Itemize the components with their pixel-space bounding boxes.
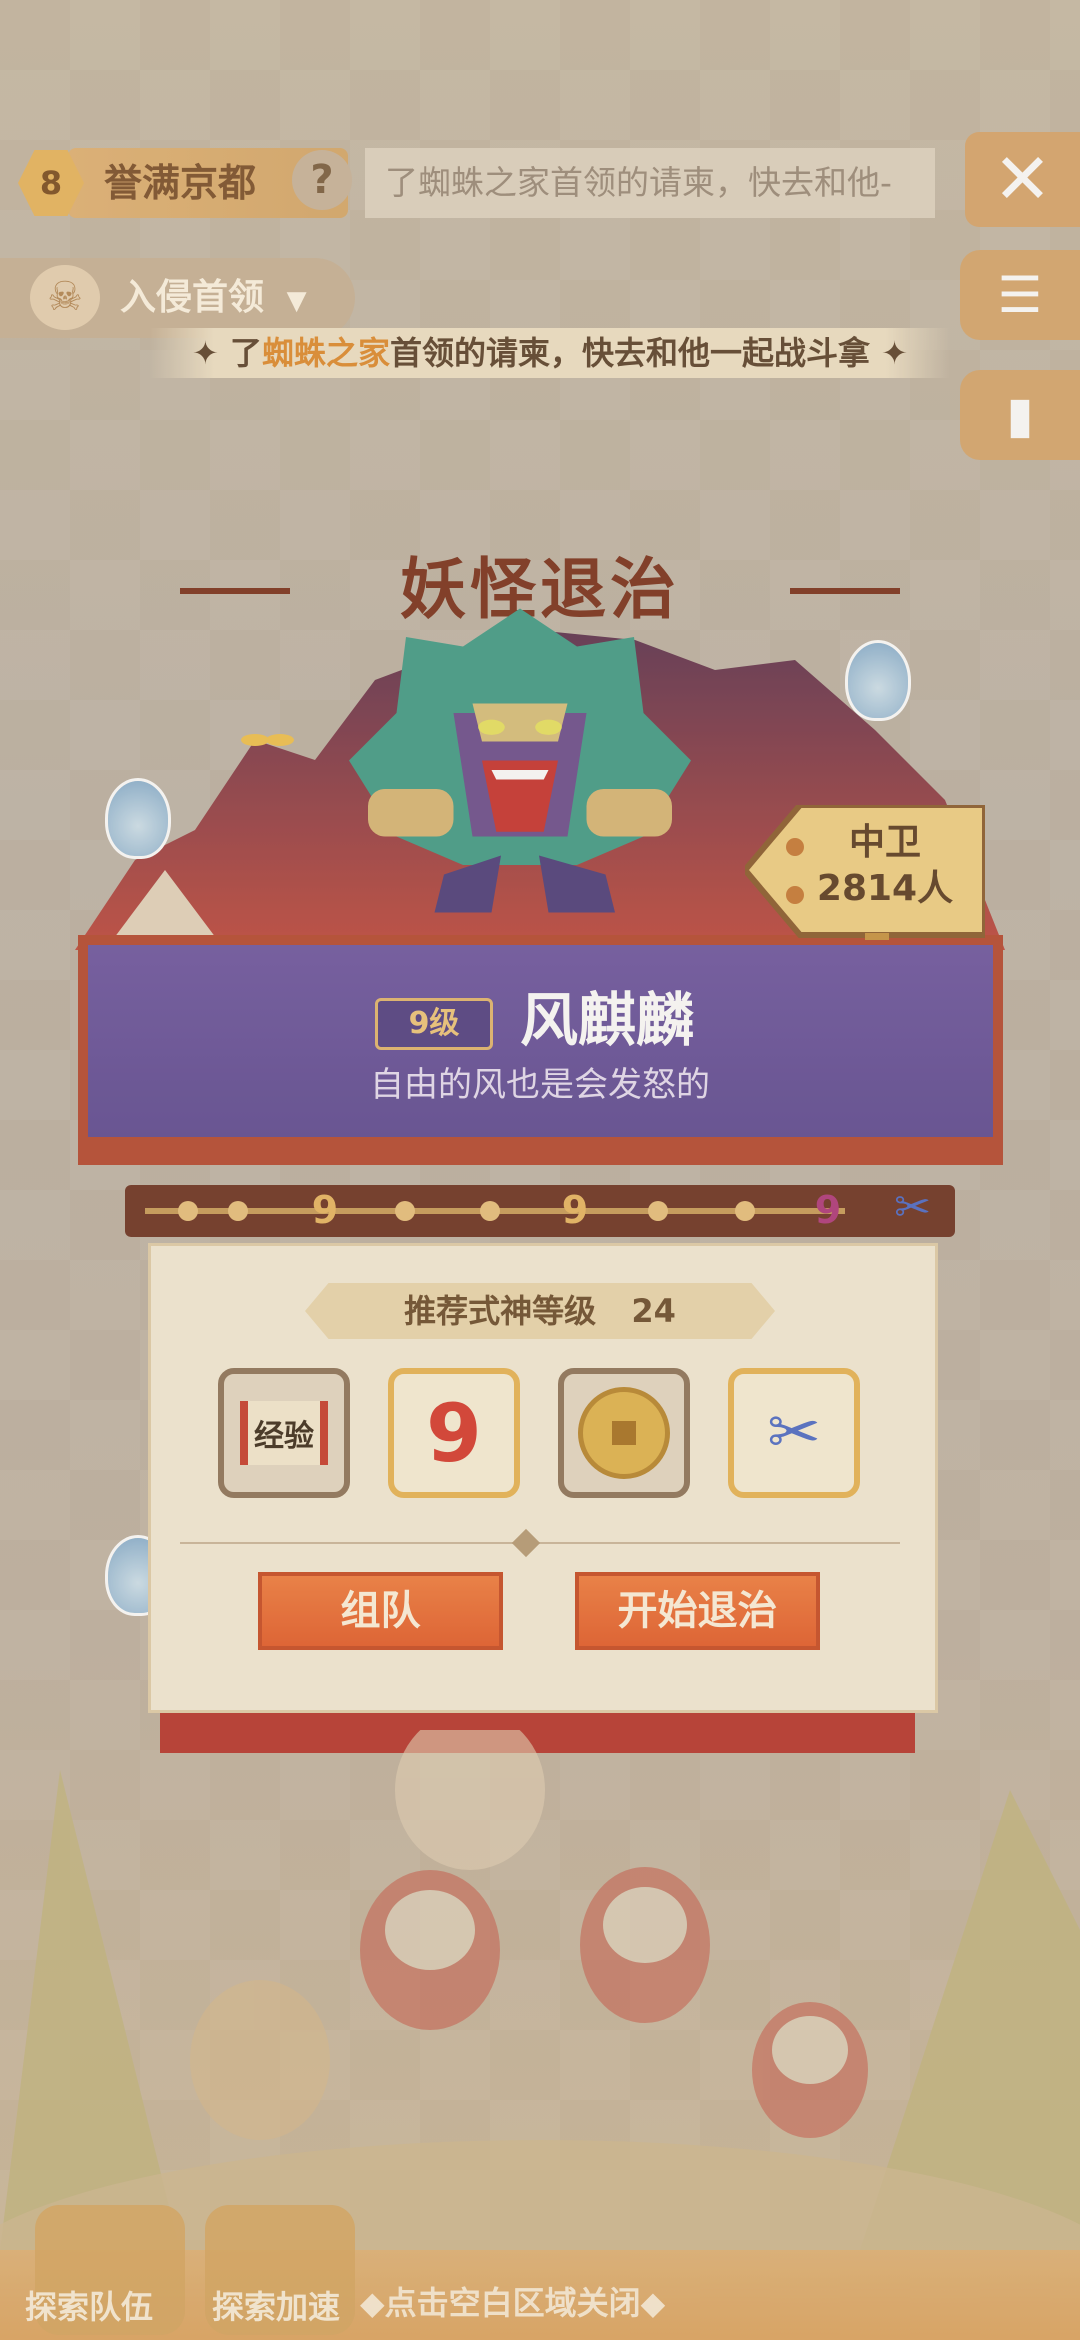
- announcement-ticker: ✦ 了蜘蛛之家首领的请柬，快去和他一起战斗拿 ✦: [150, 328, 950, 378]
- red-nine-token-icon: 9: [426, 1386, 482, 1480]
- reward-gold-coin[interactable]: [558, 1368, 690, 1498]
- reward-scissor-token[interactable]: ✂: [728, 1368, 860, 1498]
- start-exorcism-button[interactable]: 开始退治: [575, 1572, 820, 1650]
- progress-dot: [228, 1201, 248, 1221]
- reward-name: 经验: [254, 1419, 314, 1454]
- reward-exp[interactable]: 经验: [218, 1368, 350, 1498]
- explore-speed-label[interactable]: 探索加速: [212, 2282, 340, 2328]
- close-hint: ◆点击空白区域关闭◆: [360, 2284, 666, 2322]
- progress-milestone: 9: [311, 1188, 339, 1232]
- gold-coin-icon: [578, 1387, 670, 1479]
- progress-dot: [735, 1201, 755, 1221]
- card-icon[interactable]: ▮: [960, 370, 1080, 460]
- progress-dot: [480, 1201, 500, 1221]
- progress-milestone: 9: [814, 1188, 842, 1232]
- scroll-list-icon[interactable]: ☰: [960, 250, 1080, 340]
- location-name: 中卫: [848, 822, 921, 863]
- recommended-level-bar: 推荐式神等级 24: [305, 1283, 775, 1339]
- chevron-down-icon: ▼: [286, 286, 307, 316]
- progress-dot: [395, 1201, 415, 1221]
- ticker-post: 首领的请柬，快去和他一起战斗拿: [390, 334, 871, 372]
- progress-milestone: 9: [561, 1188, 589, 1232]
- exp-scroll-icon: 经验: [240, 1401, 328, 1465]
- close-button[interactable]: ✕: [965, 132, 1080, 227]
- recommended-level-label: 推荐式神等级: [404, 1292, 597, 1330]
- boss-mask-icon: ☠: [30, 265, 100, 330]
- boss-wind-qilin-art: [349, 608, 691, 913]
- boss-name: 风麒麟: [520, 986, 695, 1054]
- blue-spirit-wisp-icon: [105, 778, 171, 859]
- sparkle-icon: ✦: [192, 334, 219, 372]
- reward-red-token[interactable]: 9: [388, 1368, 520, 1498]
- sparkle-icon: ✦: [881, 334, 908, 372]
- help-icon[interactable]: ?: [292, 150, 352, 210]
- boss-description: 自由的风也是会发怒的: [370, 1065, 710, 1105]
- progress-dot: [648, 1201, 668, 1221]
- invade-label: 入侵首领: [120, 277, 265, 318]
- location-text[interactable]: 中卫 2814人: [800, 820, 970, 912]
- explore-team-label[interactable]: 探索队伍: [25, 2282, 153, 2328]
- ticker-pre: 了: [229, 334, 262, 372]
- progress-dot: [178, 1201, 198, 1221]
- scissor-token-icon: ✂: [767, 1396, 821, 1470]
- faded-announcement: 了蜘蛛之家首领的请柬，快去和他-: [365, 148, 935, 218]
- scissor-icon: ✂: [894, 1182, 931, 1233]
- blue-spirit-wisp-icon: [845, 640, 911, 721]
- location-player-count: 2814人: [816, 868, 954, 909]
- boss-level-badge: 9级: [375, 998, 493, 1050]
- recommended-level-value: 24: [631, 1292, 676, 1330]
- ticker-highlight: 蜘蛛之家: [261, 334, 390, 372]
- team-button[interactable]: 组队: [258, 1572, 503, 1650]
